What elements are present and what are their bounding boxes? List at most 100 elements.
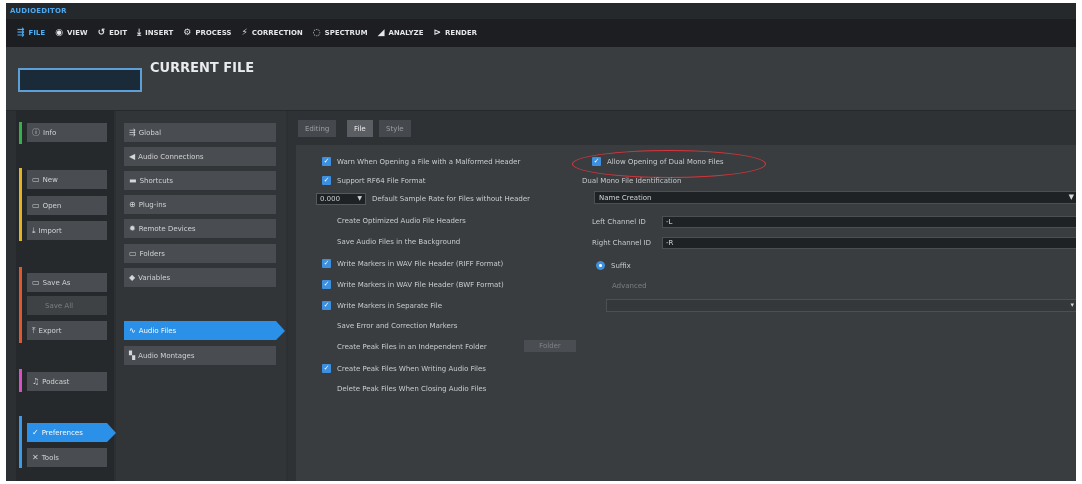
category-label: Audio Files <box>138 326 177 335</box>
plugin-icon: ⊕ <box>129 200 136 209</box>
menu-file-label: FILE <box>28 29 46 37</box>
category-audio-connections[interactable]: ◀ Audio Connections <box>124 147 276 166</box>
category-audio-files[interactable]: ∿ Audio Files <box>124 321 285 340</box>
menu-process[interactable]: ⚙ PROCESS <box>178 19 236 47</box>
current-file-box[interactable] <box>18 68 142 92</box>
chevron-down-icon: ▼ <box>357 195 362 202</box>
option-allow-dual-mono[interactable]: ✓ Allow Opening of Dual Mono Files <box>592 157 724 166</box>
sidebar-item-save-as[interactable]: ▭ Save As <box>27 273 107 292</box>
default-sample-rate-dropdown[interactable]: 0.000 ▼ <box>316 193 366 205</box>
folder-button[interactable]: Folder <box>524 340 576 352</box>
option-create-optimized-headers[interactable]: Create Optimized Audio File Headers <box>322 217 466 225</box>
option-suffix[interactable]: Suffix <box>596 261 631 270</box>
category-label: Remote Devices <box>138 224 196 233</box>
menu-edit[interactable]: ↺ EDIT <box>93 19 133 47</box>
checkbox-checked-icon[interactable]: ✓ <box>322 301 331 310</box>
render-icon: ⊳ <box>433 28 442 38</box>
radio-selected-icon[interactable] <box>596 261 605 270</box>
menu-process-label: PROCESS <box>195 29 232 37</box>
option-write-markers-bwf[interactable]: ✓ Write Markers in WAV File Header (BWF F… <box>322 280 504 289</box>
keyboard-icon: ▬ <box>129 176 137 185</box>
category-folders[interactable]: ▭ Folders <box>124 244 276 263</box>
menu-file[interactable]: ⇶ FILE <box>12 19 50 47</box>
sidebar-item-tools[interactable]: ✕ Tools <box>27 448 107 467</box>
option-label: Save Audio Files in the Background <box>337 238 461 246</box>
category-audio-montages[interactable]: ▚ Audio Montages <box>124 346 276 365</box>
option-label: Warn When Opening a File with a Malforme… <box>337 157 521 166</box>
folder-icon: ▭ <box>129 249 137 258</box>
montage-icon: ▚ <box>129 351 136 360</box>
category-label: Audio Montages <box>138 351 195 360</box>
category-label: Shortcuts <box>139 176 174 185</box>
option-write-markers-separate[interactable]: ✓ Write Markers in Separate File <box>322 301 442 310</box>
sidebar-item-label: Export <box>38 326 62 335</box>
advanced-label: Advanced <box>612 282 647 290</box>
dual-mono-identification-dropdown[interactable]: Name Creation ▼ <box>594 191 1076 204</box>
checkbox-checked-icon[interactable]: ✓ <box>322 364 331 373</box>
sidebar-item-new[interactable]: ▭ New <box>27 170 107 189</box>
export-icon: ⤒ <box>32 325 36 335</box>
sidebar-item-import[interactable]: ⤓ Import <box>27 221 107 240</box>
menu-spectrum-label: SPECTRUM <box>324 29 368 37</box>
option-peak-independent-folder[interactable]: Create Peak Files in an Independent Fold… <box>322 343 487 351</box>
speaker-icon: ◀ <box>129 152 136 161</box>
option-label: Write Markers in Separate File <box>337 301 443 310</box>
sidebar-item-save-all[interactable]: Save All <box>27 296 107 315</box>
tab-editing[interactable]: Editing <box>298 120 337 137</box>
sidebar-item-info[interactable]: ⓘ Info <box>27 123 107 142</box>
checkbox-checked-icon[interactable]: ✓ <box>592 157 601 166</box>
option-peak-when-writing[interactable]: ✓ Create Peak Files When Writing Audio Fi… <box>322 364 486 373</box>
tab-style[interactable]: Style <box>379 120 411 137</box>
sidebar-item-label: Save As <box>42 278 71 287</box>
sidebar-item-preferences[interactable]: ✓ Preferences <box>27 423 116 442</box>
dropdown-value: Name Creation <box>599 193 652 202</box>
edit-icon: ↺ <box>97 28 106 38</box>
option-label: Save Error and Correction Markers <box>337 322 458 330</box>
new-group-accent <box>19 168 22 241</box>
category-plug-ins[interactable]: ⊕ Plug-ins <box>124 195 276 214</box>
menu-correction[interactable]: ⚡ CORRECTION <box>236 19 307 47</box>
analyze-icon: ◢ <box>377 28 385 38</box>
sidebar-item-open[interactable]: ▭ Open <box>27 196 107 215</box>
menu-analyze[interactable]: ◢ ANALYZE <box>373 19 429 47</box>
checkbox-checked-icon[interactable]: ✓ <box>322 259 331 268</box>
option-save-error-markers[interactable]: Save Error and Correction Markers <box>322 322 457 330</box>
lightning-icon: ⚡ <box>241 28 248 38</box>
checkbox-checked-icon[interactable]: ✓ <box>322 176 331 185</box>
category-global[interactable]: ⇶ Global <box>124 123 276 142</box>
tab-file[interactable]: File <box>347 120 373 137</box>
category-shortcuts[interactable]: ▬ Shortcuts <box>124 171 276 190</box>
option-default-sample-rate: Default Sample Rate for Files without He… <box>372 195 530 203</box>
option-label: Write Markers in WAV File Header (RIFF F… <box>337 259 504 268</box>
waveform-icon: ∿ <box>129 326 136 335</box>
category-remote-devices[interactable]: ✹ Remote Devices <box>124 219 276 238</box>
menu-render[interactable]: ⊳ RENDER <box>428 19 482 47</box>
sidebar-item-label: Save All <box>45 301 74 310</box>
checkbox-checked-icon[interactable]: ✓ <box>322 157 331 166</box>
menu-spectrum[interactable]: ◌ SPECTRUM <box>308 19 373 47</box>
current-file-header: CURRENT FILE <box>6 47 1076 111</box>
advanced-dropdown[interactable]: ▾ <box>606 299 1076 312</box>
podcast-accent <box>19 369 22 392</box>
spectrum-icon: ◌ <box>312 28 321 38</box>
category-label: Folders <box>139 249 165 258</box>
import-icon: ⤓ <box>32 225 36 235</box>
option-support-rf64[interactable]: ✓ Support RF64 File Format <box>322 176 426 185</box>
menu-insert[interactable]: ⤓ INSERT <box>132 19 178 47</box>
checkbox-checked-icon[interactable]: ✓ <box>322 280 331 289</box>
option-warn-malformed[interactable]: ✓ Warn When Opening a File with a Malform… <box>322 157 520 166</box>
left-channel-label: Left Channel ID <box>592 218 646 226</box>
category-variables[interactable]: ◆ Variables <box>124 268 276 287</box>
option-delete-peak-closing[interactable]: Delete Peak Files When Closing Audio Fil… <box>322 385 486 393</box>
sidebar-item-export[interactable]: ⤒ Export <box>27 321 107 340</box>
option-save-in-background[interactable]: Save Audio Files in the Background <box>322 238 460 246</box>
menu-view-label: VIEW <box>67 29 88 37</box>
right-channel-input[interactable]: -R <box>662 237 1076 249</box>
left-channel-input[interactable]: -L <box>662 216 1076 228</box>
settings-panel: Editing File Style ✓ Warn When Opening a … <box>288 111 1076 481</box>
option-label: Suffix <box>611 261 631 270</box>
menu-view[interactable]: ◉ VIEW <box>50 19 92 47</box>
sidebar-item-podcast[interactable]: ♫ Podcast <box>27 372 107 391</box>
save-icon: ▭ <box>32 278 40 287</box>
option-write-markers-riff[interactable]: ✓ Write Markers in WAV File Header (RIFF … <box>322 259 503 268</box>
